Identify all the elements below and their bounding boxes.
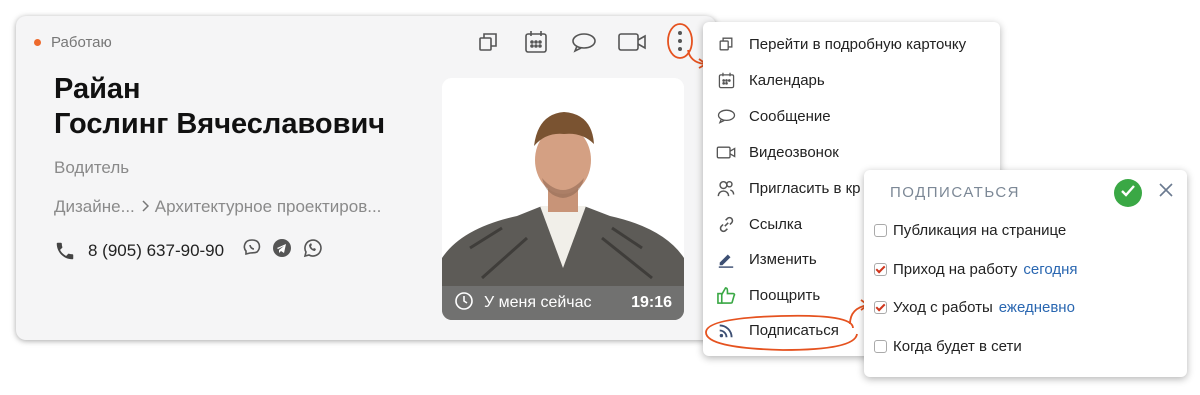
viber-icon[interactable] <box>242 238 262 263</box>
option-label: Уход с работы <box>893 299 993 316</box>
photo-caption: У меня сейчас <box>484 294 592 311</box>
status-label: Работаю <box>51 34 112 51</box>
contact-card: Работаю Райан Гослинг Вячеславович Водит… <box>16 16 716 340</box>
job-position: Водитель <box>54 158 130 177</box>
menu-item-reward[interactable]: Поощрить <box>703 280 820 310</box>
messengers <box>242 238 322 263</box>
popup-title: ПОДПИСАТЬСЯ <box>890 184 1021 201</box>
portrait-illustration <box>442 78 684 320</box>
close-button[interactable] <box>1158 182 1174 203</box>
menu-item-label: Изменить <box>749 250 817 268</box>
confirm-button[interactable] <box>1114 179 1142 207</box>
chat-icon[interactable] <box>560 26 608 58</box>
chevron-right-icon <box>141 197 149 217</box>
phone-icon <box>54 240 76 262</box>
checkbox[interactable] <box>874 224 887 237</box>
employee-photo: У меня сейчас 19:16 <box>442 78 684 320</box>
name-line-2: Гослинг Вячеславович <box>54 108 386 140</box>
phone-row: 8 (905) 637-90-90 <box>54 238 322 263</box>
menu-item-label: Видеозвонок <box>749 143 839 161</box>
option-label: Публикация на странице <box>893 222 1067 239</box>
calendar-icon <box>703 72 749 89</box>
option-publication[interactable]: Публикация на странице <box>874 222 1066 239</box>
photo-caption-bar: У меня сейчас 19:16 <box>442 286 684 320</box>
menu-item-calendar[interactable]: Календарь <box>703 65 825 95</box>
link-icon <box>703 216 749 233</box>
thumbs-up-icon <box>703 286 749 305</box>
checkbox[interactable] <box>874 340 887 353</box>
video-icon[interactable] <box>608 26 656 58</box>
status: Работаю <box>34 34 112 51</box>
dept-link-1[interactable]: Дизайне... <box>54 197 135 217</box>
card-actions <box>464 23 704 59</box>
frequency-link[interactable]: сегодня <box>1023 261 1077 278</box>
breadcrumb: Дизайне... Архитектурное проектиров... <box>54 197 381 217</box>
invite-icon <box>703 180 749 197</box>
option-online[interactable]: Когда будет в сети <box>874 338 1022 355</box>
menu-item-label: Перейти в подробную карточку <box>749 35 967 53</box>
telegram-icon[interactable] <box>272 238 292 263</box>
clock-icon <box>454 291 474 316</box>
chat-icon <box>703 108 749 124</box>
menu-item-label: Поощрить <box>749 286 821 304</box>
local-time: 19:16 <box>631 294 672 311</box>
calendar-icon[interactable] <box>512 26 560 58</box>
status-dot <box>34 39 41 46</box>
whatsapp-icon[interactable] <box>302 238 322 263</box>
menu-item-invite[interactable]: Пригласить в кр <box>703 173 861 203</box>
subscribe-popup: ПОДПИСАТЬСЯ Публикация на странице Прихо… <box>864 170 1187 377</box>
menu-item-edit[interactable]: Изменить <box>703 244 817 274</box>
option-label: Когда будет в сети <box>893 338 1022 355</box>
menu-item-label: Ссылка <box>749 215 803 233</box>
menu-item-label: Пригласить в кр <box>749 179 861 197</box>
checkbox[interactable] <box>874 301 887 314</box>
menu-item-videocall[interactable]: Видеозвонок <box>703 137 839 167</box>
menu-item-label: Сообщение <box>749 107 831 125</box>
pencil-icon <box>703 250 749 268</box>
option-arrival[interactable]: Приход на работу сегодня <box>874 261 1078 278</box>
annotation-highlight <box>705 314 858 351</box>
copy-icon[interactable] <box>464 26 512 58</box>
dept-link-2[interactable]: Архитектурное проектиров... <box>155 197 382 217</box>
menu-item-open-card[interactable]: Перейти в подробную карточку <box>703 29 966 59</box>
phone-number[interactable]: 8 (905) 637-90-90 <box>88 241 224 261</box>
menu-item-label: Календарь <box>749 71 825 89</box>
checkbox[interactable] <box>874 263 887 276</box>
check-icon <box>1121 184 1135 202</box>
employee-name: Райан Гослинг Вячеславович <box>54 72 385 142</box>
menu-item-link[interactable]: Ссылка <box>703 209 802 239</box>
close-icon <box>1158 183 1174 202</box>
copy-icon <box>703 36 749 52</box>
name-line-1: Райан <box>54 73 141 105</box>
frequency-link[interactable]: ежедневно <box>999 299 1075 316</box>
option-departure[interactable]: Уход с работы ежедневно <box>874 299 1075 316</box>
menu-item-message[interactable]: Сообщение <box>703 101 831 131</box>
video-icon <box>703 145 749 160</box>
option-label: Приход на работу <box>893 261 1018 278</box>
